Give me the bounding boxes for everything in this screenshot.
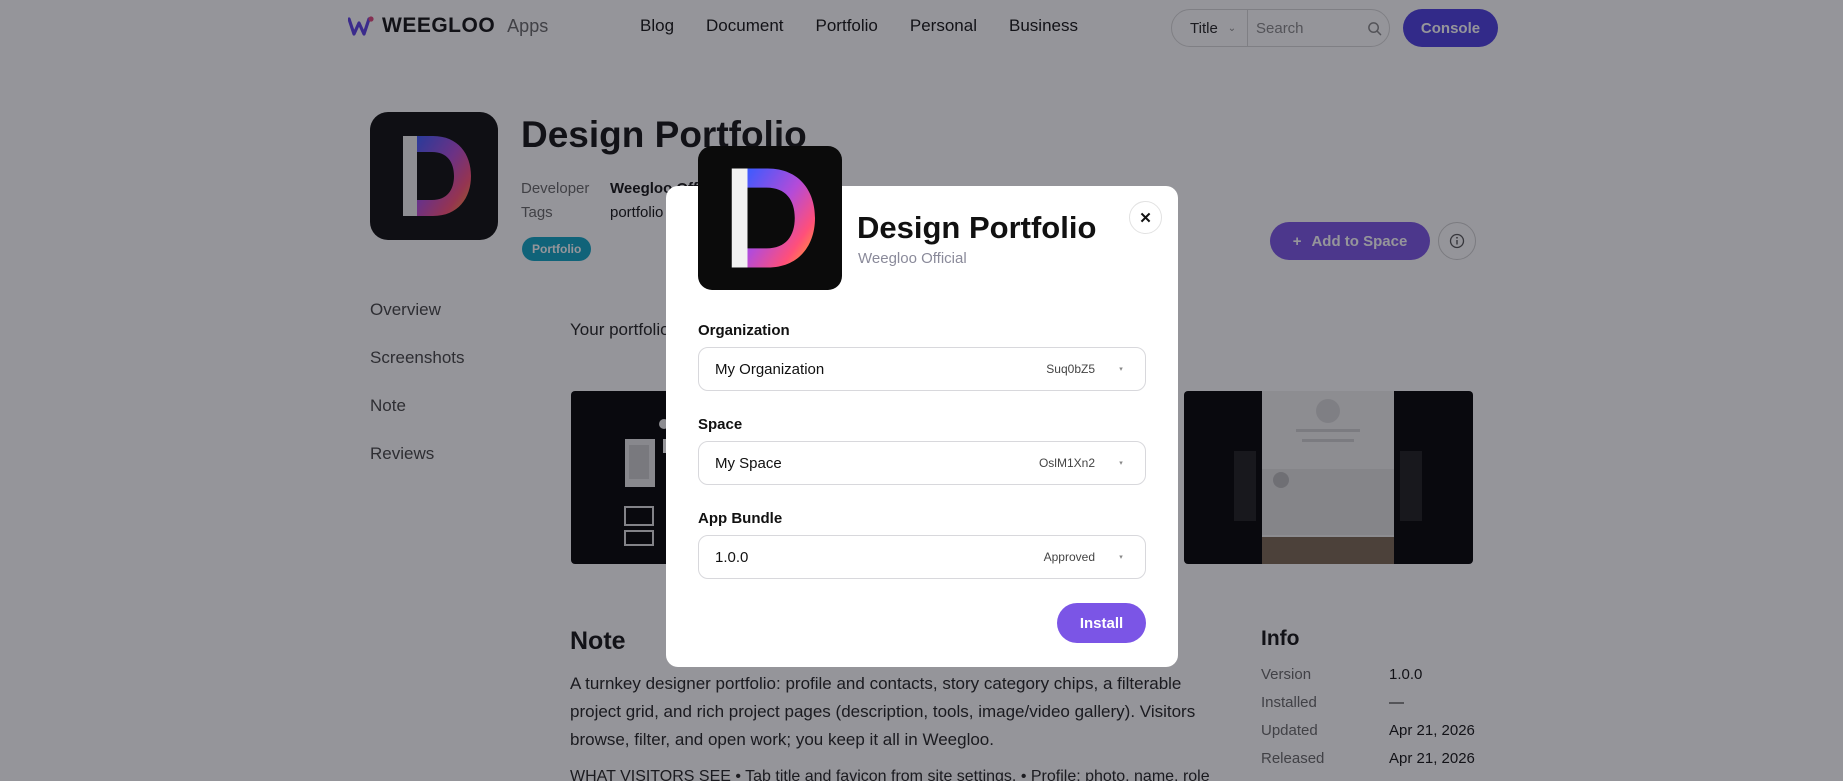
chevron-down-icon: ▾ [1119, 554, 1123, 561]
space-value: My Space [715, 454, 782, 472]
install-button[interactable]: Install [1057, 603, 1146, 643]
bundle-select[interactable]: 1.0.0 Approved ▾ [698, 535, 1146, 579]
bundle-status: Approved [1043, 550, 1095, 564]
chevron-down-icon: ▾ [1119, 460, 1123, 467]
space-id: OslM1Xn2 [1038, 456, 1095, 470]
organization-id: Suq0bZ5 [1046, 362, 1095, 376]
chevron-down-icon: ▾ [1119, 366, 1123, 373]
space-select[interactable]: My Space OslM1Xn2 ▾ [698, 441, 1146, 485]
modal-developer: Weegloo Official [858, 250, 967, 267]
close-button[interactable]: ✕ [1129, 201, 1162, 234]
close-icon: ✕ [1139, 209, 1152, 227]
organization-select[interactable]: My Organization Suq0bZ5 ▾ [698, 347, 1146, 391]
organization-label: Organization [698, 322, 790, 339]
organization-value: My Organization [715, 360, 825, 378]
modal-title: Design Portfolio [857, 210, 1097, 245]
modal-app-icon [698, 146, 842, 290]
bundle-value: 1.0.0 [715, 548, 749, 566]
space-label: Space [698, 416, 743, 433]
bundle-label: App Bundle [698, 510, 783, 527]
design-d-logo-icon [731, 168, 815, 268]
